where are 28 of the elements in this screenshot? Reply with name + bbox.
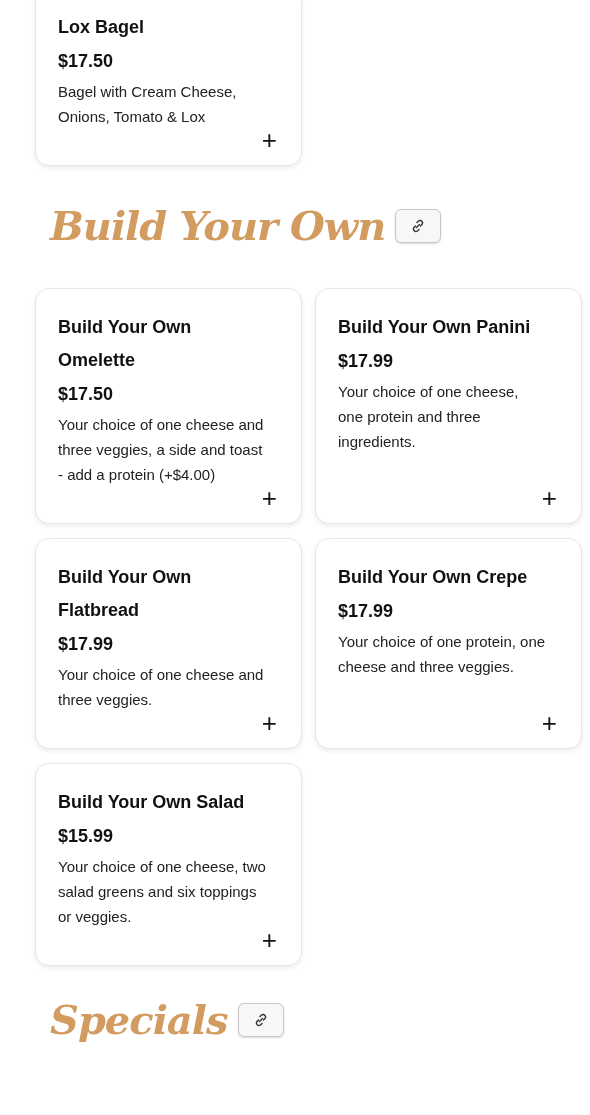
- item-name: Build Your Own Omelette: [58, 316, 193, 372]
- item-description: Your choice of one cheese and three veggies, a side and toast - add a protein (+$4.00): [58, 415, 265, 485]
- item-description: Your choice of one cheese, one protein and three ingredients.: [338, 382, 520, 452]
- add-button[interactable]: +: [259, 129, 279, 151]
- item-description: Bagel with Cream Cheese, Onions, Tomato & Lox: [58, 82, 238, 127]
- item-price: $17.99: [338, 600, 395, 623]
- item-description: Your choice of one cheese and three veggies.: [58, 665, 265, 710]
- item-price: $15.99: [58, 825, 115, 848]
- section-heading: Build Your Own: [50, 206, 386, 246]
- item-description: Your choice of one protein, one cheese and three veggies.: [338, 632, 547, 677]
- link-button[interactable]: [237, 1003, 284, 1037]
- item-name: Build Your Own Panini: [338, 316, 532, 339]
- section-heading: Specials: [50, 1000, 228, 1040]
- add-button[interactable]: +: [259, 929, 279, 951]
- item-price: $17.99: [338, 350, 395, 373]
- item-price: $17.99: [58, 633, 115, 656]
- item-name: Build Your Own Crepe: [338, 566, 529, 589]
- add-button[interactable]: +: [539, 712, 559, 734]
- add-button[interactable]: +: [259, 712, 279, 734]
- item-price: $17.50: [58, 50, 115, 73]
- item-name: Build Your Own Salad: [58, 791, 246, 814]
- item-description: Your choice of one cheese, two salad greens and six toppings or veggies.: [58, 857, 267, 927]
- link-button[interactable]: [395, 209, 442, 243]
- add-button[interactable]: +: [259, 487, 279, 509]
- item-name: Lox Bagel: [58, 16, 146, 39]
- item-name: Build Your Own Flatbread: [58, 566, 193, 622]
- add-button[interactable]: +: [539, 487, 559, 509]
- item-price: $17.50: [58, 383, 115, 406]
